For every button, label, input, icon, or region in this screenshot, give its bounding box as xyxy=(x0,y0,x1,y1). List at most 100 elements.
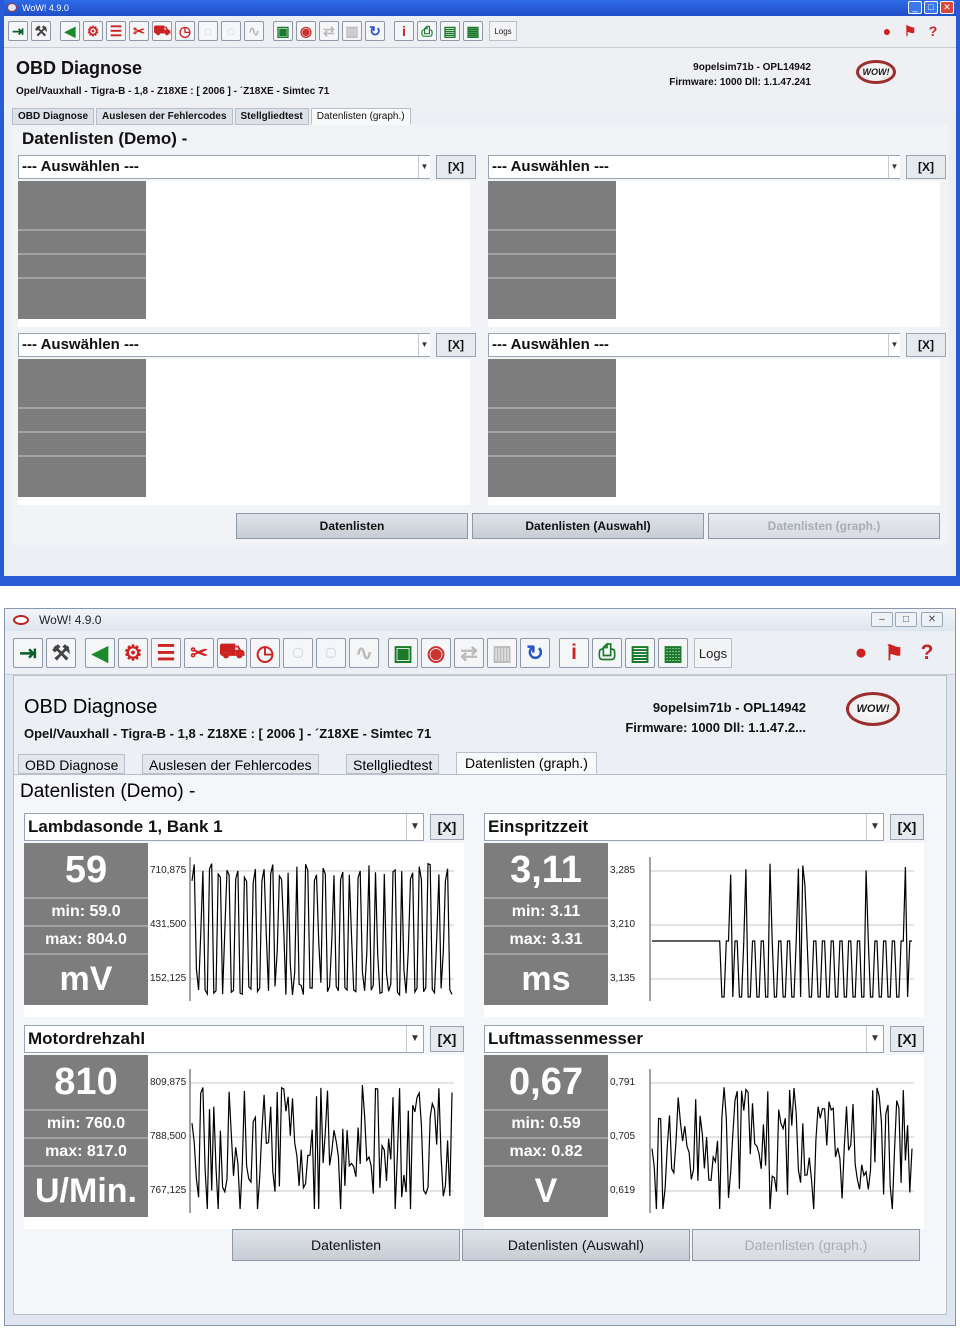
wow-logo: WOW! xyxy=(856,60,896,84)
info-icon[interactable]: i xyxy=(394,21,414,41)
parameter-select[interactable]: --- Auswählen --- xyxy=(18,155,430,179)
ecu-info: 9opelsim71b - OPL14942 xyxy=(693,62,811,73)
maximize-button[interactable]: □ xyxy=(924,1,938,14)
datenlisten-button[interactable]: Datenlisten xyxy=(236,513,468,539)
list-icon[interactable]: ☰ xyxy=(151,638,181,668)
remove-button[interactable]: [X] xyxy=(906,333,946,357)
help-icon[interactable]: ? xyxy=(912,638,942,668)
remove-button[interactable]: [X] xyxy=(430,1026,464,1052)
globe-icon[interactable]: ◉ xyxy=(421,638,451,668)
graph-panel xyxy=(18,359,470,505)
disabled-car-icon: ◌ xyxy=(283,638,313,668)
parameter-select[interactable]: --- Auswählen --- xyxy=(488,155,900,179)
tab-stellgliedtest[interactable]: Stellgliedtest xyxy=(234,108,309,125)
value-box xyxy=(18,181,146,319)
tab-obd-diagnose[interactable]: OBD Diagnose xyxy=(18,754,126,774)
globe-icon[interactable]: ◉ xyxy=(296,21,316,41)
tools-icon[interactable]: ⚒ xyxy=(31,21,51,41)
tab-datenlisten-graph[interactable]: Datenlisten (graph.) xyxy=(310,108,411,125)
laptop-icon[interactable]: ▣ xyxy=(273,21,293,41)
minimize-button[interactable]: – xyxy=(871,612,893,627)
export-icon[interactable]: ▦ xyxy=(463,21,483,41)
select-value: Luftmassenmesser xyxy=(488,1029,643,1048)
exit-icon[interactable]: ⇥ xyxy=(13,638,43,668)
graph-panel: 59 min: 59.0 max: 804.0 mV 710,875 431,50… xyxy=(24,843,464,1017)
help-icon[interactable]: ? xyxy=(923,21,943,41)
remove-button[interactable]: [X] xyxy=(906,155,946,179)
tab-bar: OBD Diagnose Auslesen der Fehlercodes St… xyxy=(12,108,413,125)
remove-button[interactable]: [X] xyxy=(430,814,464,840)
window-title: WoW! 4.9.0 xyxy=(39,613,102,627)
remove-button[interactable]: [X] xyxy=(436,333,476,357)
exit-icon[interactable]: ⇥ xyxy=(8,21,28,41)
parameter-select[interactable]: --- Auswählen --- xyxy=(488,333,900,357)
parameter-select[interactable]: Einspritzzeit xyxy=(484,813,884,841)
parameter-select[interactable]: Lambdasonde 1, Bank 1 xyxy=(24,813,424,841)
logs-button[interactable]: Logs xyxy=(489,21,517,41)
clock-icon[interactable]: ◷ xyxy=(175,21,195,41)
tab-datenlisten-graph[interactable]: Datenlisten (graph.) xyxy=(456,752,597,774)
info-icon[interactable]: i xyxy=(559,638,589,668)
chevron-down-icon[interactable]: ▼ xyxy=(866,814,883,840)
refresh-icon[interactable]: ↻ xyxy=(365,21,385,41)
select-value: --- Auswählen --- xyxy=(22,158,139,175)
flag-icon[interactable]: ⚑ xyxy=(900,21,920,41)
tab-stellgliedtest[interactable]: Stellgliedtest xyxy=(346,754,440,774)
save-icon[interactable]: ▤ xyxy=(440,21,460,41)
datenlisten-auswahl-button[interactable]: Datenlisten (Auswahl) xyxy=(472,513,704,539)
remove-button[interactable]: [X] xyxy=(436,155,476,179)
print-icon[interactable]: ⎙ xyxy=(417,21,437,41)
chevron-down-icon[interactable]: ▼ xyxy=(406,814,423,840)
flag-icon[interactable]: ⚑ xyxy=(879,638,909,668)
close-button[interactable]: ✕ xyxy=(940,1,954,14)
min-row xyxy=(488,409,616,433)
car-diagnose-icon[interactable]: ⚙ xyxy=(118,638,148,668)
maximize-button[interactable]: □ xyxy=(895,612,917,627)
chevron-down-icon[interactable]: ▼ xyxy=(418,334,430,356)
select-value: Motordrehzahl xyxy=(28,1029,146,1048)
chevron-down-icon[interactable]: ▼ xyxy=(888,334,900,356)
clock-icon[interactable]: ◷ xyxy=(250,638,280,668)
chevron-down-icon[interactable]: ▼ xyxy=(418,156,430,178)
tick-label: 3,210 xyxy=(610,919,637,930)
chevron-down-icon[interactable]: ▼ xyxy=(406,1026,423,1052)
parameter-select[interactable]: Luftmassenmesser xyxy=(484,1025,884,1053)
save-icon[interactable]: ▤ xyxy=(625,638,655,668)
print-icon[interactable]: ⎙ xyxy=(592,638,622,668)
car-diagnose-icon[interactable]: ⚙ xyxy=(83,21,103,41)
tab-obd-diagnose[interactable]: OBD Diagnose xyxy=(12,108,95,125)
close-button[interactable]: ✕ xyxy=(921,612,943,627)
value-row xyxy=(18,181,146,231)
tools-icon[interactable]: ⚒ xyxy=(46,638,76,668)
content-area: Datenlisten (Demo) - --- Auswählen --- ▼… xyxy=(12,125,948,545)
ladybug-icon[interactable]: ● xyxy=(846,638,876,668)
wrench-icon[interactable]: ✂ xyxy=(129,21,149,41)
minimize-button[interactable]: _ xyxy=(908,1,922,14)
back-icon[interactable]: ◀ xyxy=(85,638,115,668)
chevron-down-icon[interactable]: ▼ xyxy=(888,156,900,178)
tab-fehlercodes[interactable]: Auslesen der Fehlercodes xyxy=(142,754,319,774)
wrench-icon[interactable]: ✂ xyxy=(184,638,214,668)
car-icon[interactable]: ⛟ xyxy=(217,638,247,668)
title-bar: WoW! 4.9.0 _ □ ✕ xyxy=(4,0,956,16)
section-title: Datenlisten (Demo) - xyxy=(22,129,188,148)
disabled-module-icon: ▥ xyxy=(487,638,517,668)
list-icon[interactable]: ☰ xyxy=(106,21,126,41)
disabled-graph-icon: ∿ xyxy=(244,21,264,41)
laptop-icon[interactable]: ▣ xyxy=(388,638,418,668)
refresh-icon[interactable]: ↻ xyxy=(520,638,550,668)
tab-fehlercodes[interactable]: Auslesen der Fehlercodes xyxy=(96,108,233,125)
ladybug-icon[interactable]: ● xyxy=(877,21,897,41)
car-icon[interactable]: ⛟ xyxy=(152,21,172,41)
export-icon[interactable]: ▦ xyxy=(658,638,688,668)
remove-button[interactable]: [X] xyxy=(890,1026,924,1052)
chevron-down-icon[interactable]: ▼ xyxy=(866,1026,883,1052)
datenlisten-auswahl-button[interactable]: Datenlisten (Auswahl) xyxy=(462,1229,690,1261)
select-value: --- Auswählen --- xyxy=(22,336,139,353)
logs-button[interactable]: Logs xyxy=(694,638,732,668)
back-icon[interactable]: ◀ xyxy=(60,21,80,41)
remove-button[interactable]: [X] xyxy=(890,814,924,840)
parameter-select[interactable]: --- Auswählen --- xyxy=(18,333,430,357)
datenlisten-button[interactable]: Datenlisten xyxy=(232,1229,460,1261)
parameter-select[interactable]: Motordrehzahl xyxy=(24,1025,424,1053)
